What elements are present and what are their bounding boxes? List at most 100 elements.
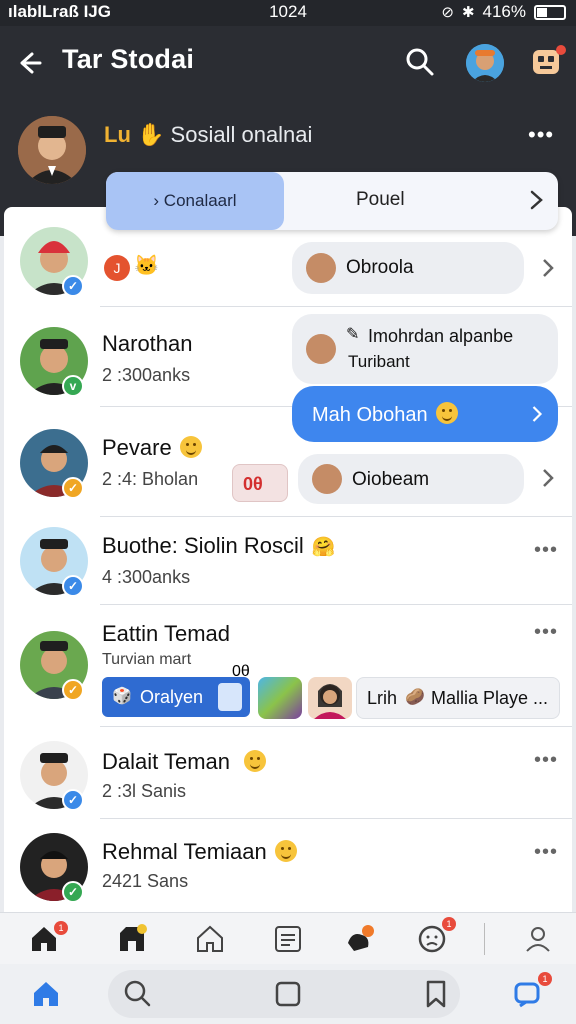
row-more-button[interactable]: •••: [534, 841, 558, 864]
row-more-button[interactable]: •••: [534, 749, 558, 772]
home-blue-icon[interactable]: [30, 978, 62, 1010]
bubble-text-line2: Turibant: [348, 352, 410, 371]
bubble-text-content: Mah Obohan: [312, 404, 428, 426]
list-item[interactable]: ✓ Buothe: Siolin Roscil 🤗 4 :300anks •••: [4, 517, 572, 605]
chevron-right-icon[interactable]: [540, 258, 556, 278]
smile-emoji-icon: [435, 402, 458, 424]
verified-icon: ✓: [62, 881, 84, 903]
game-pill-label: Oralyen: [140, 687, 204, 707]
chat-bubble[interactable]: Obroola: [292, 242, 524, 294]
status-bar: ılablLraß IJG 1024 ⊘ ✱ 416%: [0, 0, 576, 26]
verified-icon: ✓: [62, 789, 84, 811]
contact-name-text: Buothe: Siolin Roscil: [102, 533, 304, 558]
list-item[interactable]: ✓ Dalait Teman 2 :3l Sanis •••: [4, 727, 572, 819]
list-item[interactable]: ✓ Eattin Temad Turvian mart ••• 🎲 Oralye…: [4, 605, 572, 727]
battery-icon: [534, 4, 566, 20]
contact-name: Narothan: [102, 331, 193, 356]
bubble-avatar: [306, 334, 336, 364]
game-badge-text: 0θ: [243, 474, 263, 494]
tab-conversations[interactable]: › Conalaarl: [106, 172, 284, 230]
user-avatar[interactable]: [466, 44, 504, 82]
game-thumbnail[interactable]: [258, 677, 302, 719]
game-info-pill[interactable]: Lrih 🥔 Mallia Playe ...: [356, 677, 560, 719]
verified-icon: ✓: [62, 275, 84, 297]
verified-icon: ✓: [62, 575, 84, 597]
friend-list: ✓ J 🐱 v Narothan 2 :300anks ✓ Pevare 2 :…: [4, 207, 572, 912]
game-info-icon: 🥔: [405, 689, 425, 706]
game-pill[interactable]: 🎲 Oralyen: [102, 677, 250, 717]
red-badge-icon: J: [104, 255, 130, 281]
groups-icon[interactable]: [344, 923, 376, 955]
profile-name-rest: Sosiall onalnai: [170, 122, 313, 147]
game-pill-icon: 🎲: [112, 688, 132, 705]
notification-badge: 1: [54, 921, 68, 935]
contact-name-text: Pevare: [102, 435, 172, 460]
location-icon: ⊘: [441, 4, 454, 21]
game-info-text: Lrih: [367, 688, 398, 708]
contact-subtitle: 2 :300anks: [102, 365, 191, 385]
contact-name: Rehmal Temiaan: [102, 839, 297, 865]
profile-more-button[interactable]: •••: [528, 122, 554, 148]
game-info-text2: Mallia Playe ...: [431, 688, 549, 708]
tab-pouel[interactable]: Pouel: [356, 189, 405, 211]
contact-subtitle: Turvian mart: [102, 651, 192, 668]
contact-name: Buothe: Siolin Roscil 🤗: [102, 533, 335, 559]
store-icon[interactable]: [116, 923, 148, 955]
app-tab-bar: 1 1: [0, 912, 576, 964]
contact-subtitle: 4 :300anks: [102, 567, 191, 587]
battery-percent: 416%: [482, 2, 526, 21]
chat-bubble[interactable]: Oiobeam: [298, 454, 524, 504]
chat-bubble-highlighted[interactable]: Mah Obohan: [292, 386, 558, 442]
segmented-control: › Conalaarl Pouel: [106, 172, 558, 230]
smile-emoji-icon: [274, 840, 297, 862]
contact-subtitle: 2 :3l Sanis: [102, 781, 187, 801]
chevron-right-icon[interactable]: [526, 189, 546, 211]
feed-icon[interactable]: [272, 923, 304, 955]
bluetooth-icon: ✱: [461, 4, 475, 21]
contact-name: Pevare: [102, 435, 202, 461]
search-icon[interactable]: [122, 978, 154, 1010]
smile-emoji-icon: [179, 436, 202, 458]
game-pill-avatar-icon: [218, 683, 242, 711]
chat-bubble[interactable]: ✎ Imohrdan alpanbe Turibant: [292, 314, 558, 384]
search-icon[interactable]: [404, 46, 436, 78]
pencil-icon: ✎: [346, 326, 360, 343]
verified-icon: ✓: [62, 679, 84, 701]
game-badge-box[interactable]: 0θ: [232, 464, 288, 502]
bot-icon[interactable]: [530, 44, 566, 82]
contact-subtitle: 2421 Sans: [102, 871, 189, 891]
profile-name: Lu ✋ Sosiall onalnai: [104, 122, 312, 148]
chevron-right-icon: [532, 406, 543, 422]
profile-avatar[interactable]: [18, 116, 86, 184]
list-item[interactable]: ✓ Rehmal Temiaan 2421 Sans •••: [4, 819, 572, 912]
bubble-text-line1: Imohrdan alpanbe: [368, 326, 514, 346]
friend-thumbnail[interactable]: [308, 677, 352, 719]
notification-badge: 1: [538, 972, 552, 986]
chevron-right-icon[interactable]: [540, 468, 556, 488]
bubble-avatar: [306, 253, 336, 283]
home-icon[interactable]: [194, 923, 226, 955]
emoji-icon: 🤗: [311, 537, 336, 558]
square-icon[interactable]: [272, 978, 304, 1010]
row-more-button[interactable]: •••: [534, 539, 558, 562]
bookmark-icon[interactable]: [420, 978, 452, 1010]
profile-name-prefix: Lu: [104, 122, 131, 147]
notification-badge: 1: [442, 917, 456, 931]
hand-icon: ✋: [137, 122, 165, 147]
profile-icon[interactable]: [522, 923, 554, 955]
contact-subtitle: 2 :4: Bholan: [102, 469, 199, 489]
status-icons: ⊘ ✱ 416%: [441, 2, 566, 22]
back-arrow-icon[interactable]: [14, 48, 44, 78]
emoji-icon: 🐱: [134, 255, 159, 277]
smile-emoji-icon: [244, 750, 266, 772]
verified-icon: ✓: [62, 477, 84, 499]
tabbar-divider: [484, 923, 485, 955]
contact-name-text: Dalait Teman: [102, 749, 230, 774]
row-more-button[interactable]: •••: [534, 621, 558, 644]
page-title: Tar Stodai: [62, 44, 195, 74]
contact-name-text: Rehmal Temiaan: [102, 839, 267, 864]
bubble-text: Obroola: [346, 257, 414, 278]
bubble-text: Oiobeam: [352, 469, 430, 490]
bubble-avatar: [312, 464, 342, 494]
system-nav-bar: 1: [0, 964, 576, 1024]
